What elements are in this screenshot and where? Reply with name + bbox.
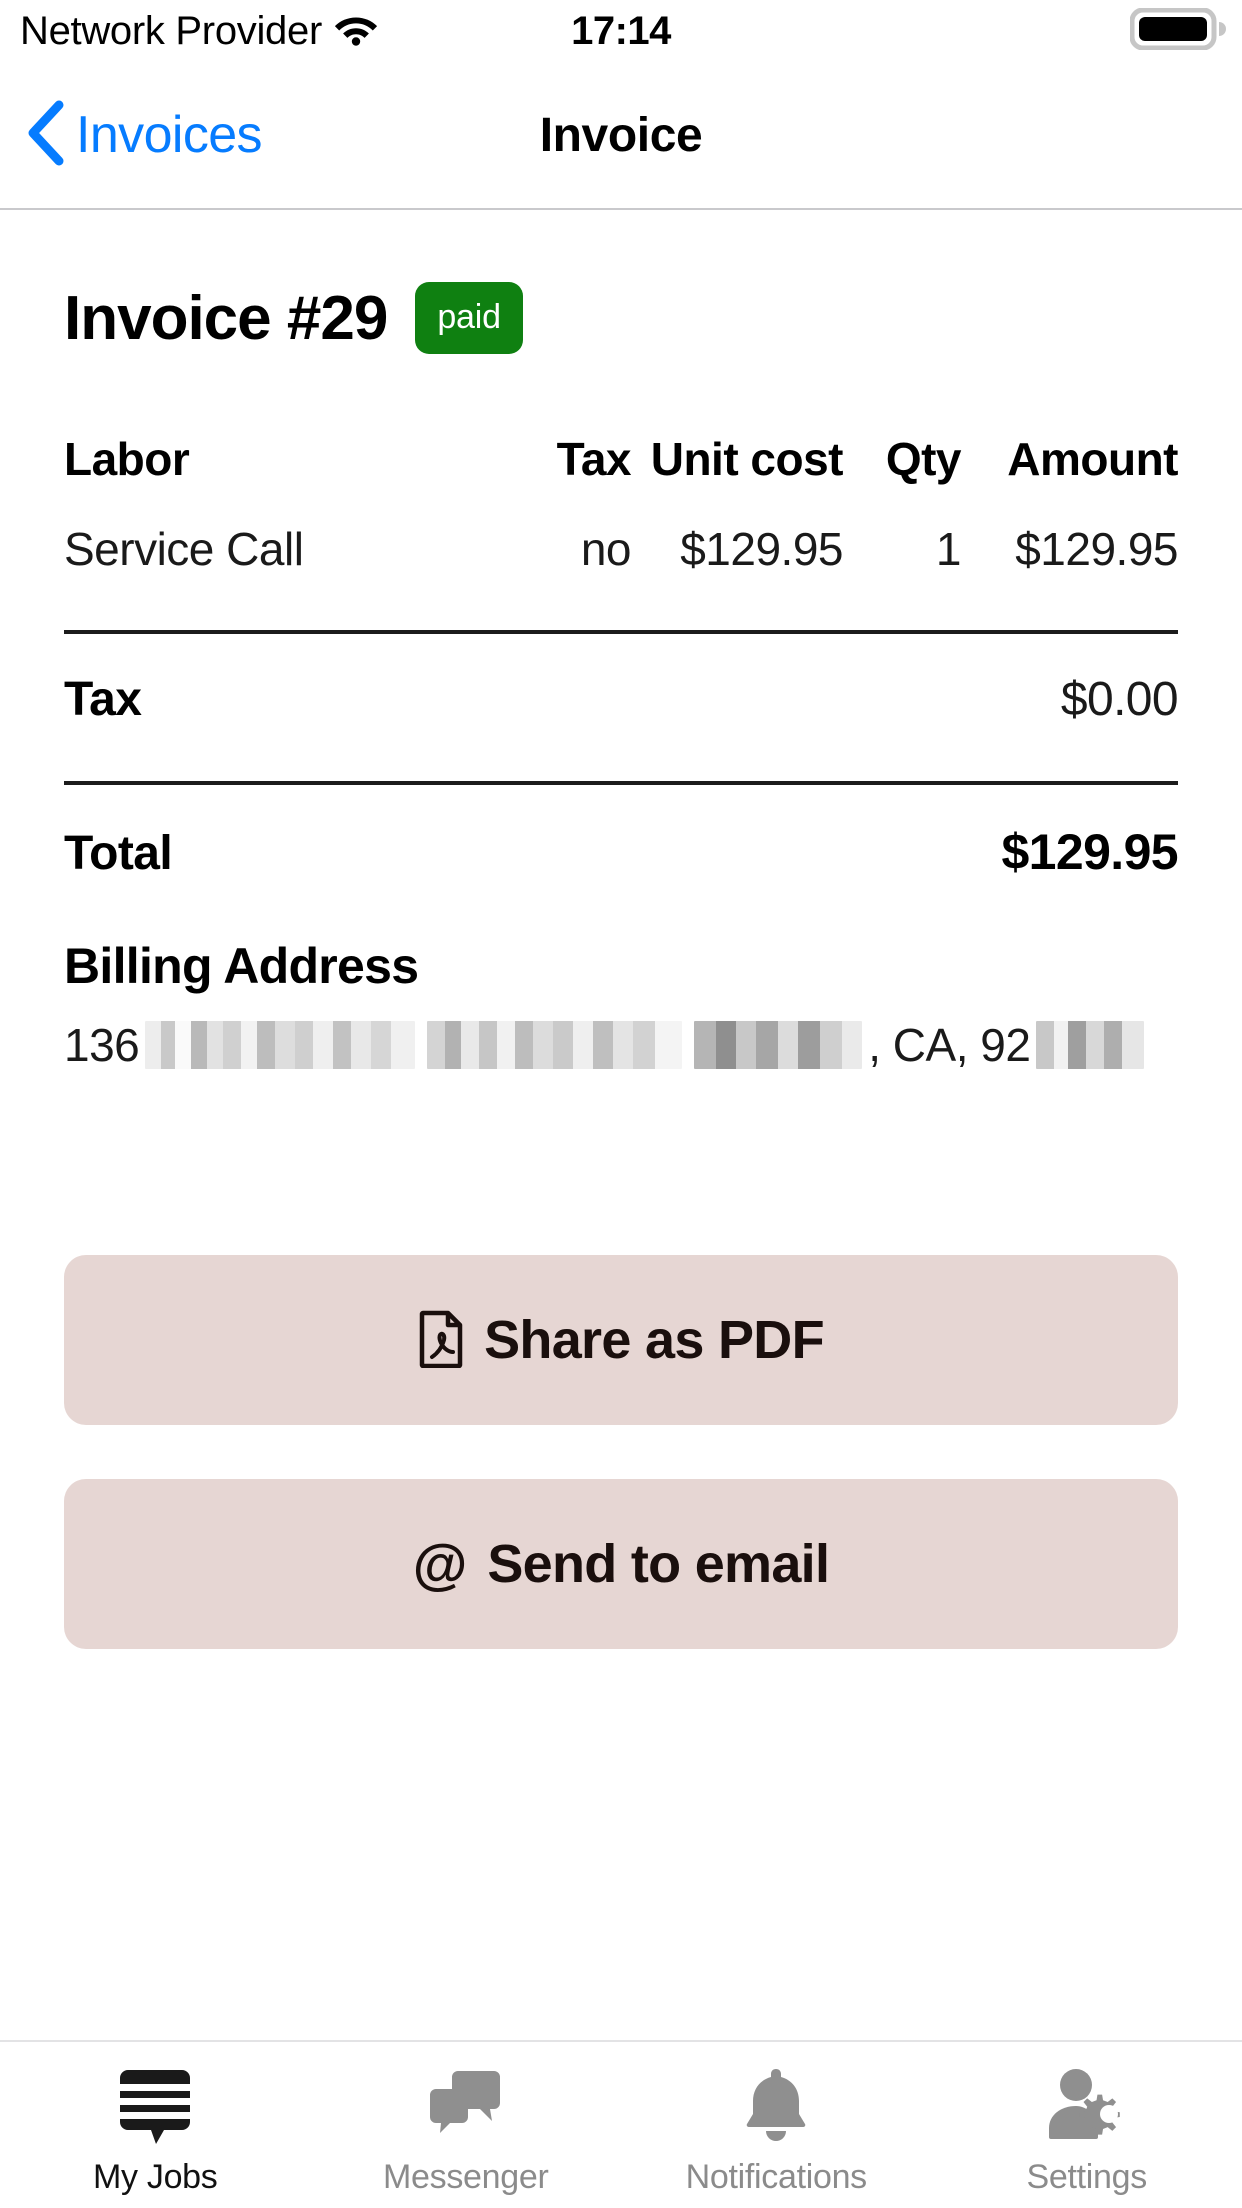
- tab-label-my-jobs: My Jobs: [93, 2158, 218, 2196]
- status-badge: paid: [415, 282, 523, 354]
- redacted-zip-block: [1036, 1021, 1145, 1069]
- header-qty: Qty: [885, 433, 962, 485]
- share-as-pdf-label: Share as PDF: [484, 1310, 824, 1370]
- status-bar-center: 17:14: [0, 0, 1242, 62]
- table-divider-top: [64, 630, 1178, 634]
- address-street-number: 136: [64, 1019, 140, 1071]
- cell-amount: $129.95: [1015, 523, 1178, 575]
- tab-messenger[interactable]: Messenger: [311, 2042, 622, 2208]
- send-to-email-label: Send to email: [487, 1534, 830, 1594]
- status-bar-right: [1129, 0, 1226, 62]
- table-body: Service Call no $129.95 1 $129.95: [64, 522, 1179, 576]
- jobs-list-bubble-icon: [118, 2064, 192, 2146]
- page-title: Invoice: [539, 108, 703, 162]
- invoice-header: Invoice #29 paid: [0, 210, 1242, 354]
- tab-notifications[interactable]: Notifications: [621, 2042, 932, 2208]
- status-bar: Network Provider 17:14: [0, 0, 1242, 62]
- table-divider-bottom: [64, 781, 1178, 785]
- billing-address-section: Billing Address 136 , CA, 92: [64, 937, 1178, 1073]
- share-as-pdf-button[interactable]: Share as PDF: [64, 1255, 1178, 1425]
- pdf-file-icon: [418, 1310, 464, 1371]
- user-gear-icon: [1044, 2064, 1130, 2146]
- cell-unit-cost: $129.95: [680, 523, 843, 575]
- invoice-content: Invoice #29 paid Labor Tax Unit cost Qty…: [0, 210, 1242, 1649]
- table-row: Service Call no $129.95 1 $129.95: [64, 522, 1179, 576]
- bell-icon: [741, 2064, 811, 2146]
- battery-full-icon: [1129, 7, 1226, 55]
- billing-address-heading: Billing Address: [64, 938, 419, 994]
- table-header-row: Labor Tax Unit cost Qty Amount: [64, 432, 1179, 486]
- tab-my-jobs[interactable]: My Jobs: [0, 2042, 311, 2208]
- tab-label-settings: Settings: [1026, 2158, 1148, 2196]
- header-unit-cost: Unit cost: [650, 433, 844, 485]
- total-summary-row: Total $129.95: [64, 823, 1179, 881]
- redacted-city-block: [694, 1021, 863, 1069]
- tab-settings[interactable]: Settings: [932, 2042, 1242, 2208]
- address-state-zip-prefix: , CA, 92: [868, 1019, 1031, 1071]
- app-screen: Network Provider 17:14 Invoices Invoice …: [0, 0, 1242, 2208]
- bottom-tab-bar: My Jobs Messenger Notifications Settings: [0, 2040, 1242, 2208]
- action-buttons: Share as PDF @ Send to email: [64, 1255, 1178, 1649]
- tax-value: $0.00: [1060, 673, 1179, 726]
- invoice-number-title: Invoice #29: [64, 283, 388, 353]
- total-label: Total: [64, 827, 173, 880]
- tax-label: Tax: [64, 673, 142, 726]
- billing-address-value: 136 , CA, 92: [64, 1017, 1178, 1073]
- line-items-table: Labor Tax Unit cost Qty Amount Service C…: [64, 432, 1179, 881]
- tab-label-notifications: Notifications: [685, 2158, 868, 2196]
- cell-qty: 1: [935, 523, 962, 575]
- chat-bubbles-icon: [428, 2064, 504, 2146]
- navigation-bar: Invoices Invoice: [0, 62, 1242, 210]
- total-value: $129.95: [1001, 824, 1178, 880]
- at-sign-icon: @: [412, 1532, 468, 1595]
- header-amount: Amount: [1007, 433, 1178, 485]
- redacted-street2-block: [427, 1021, 683, 1069]
- redacted-street-block: [145, 1021, 416, 1069]
- header-labor: Labor: [64, 433, 190, 485]
- cell-tax: no: [580, 523, 632, 575]
- cell-labor: Service Call: [64, 523, 304, 575]
- tax-summary-row: Tax $0.00: [64, 672, 1179, 727]
- header-tax: Tax: [556, 433, 632, 485]
- nav-title-container: Invoice: [0, 62, 1242, 208]
- clock-label: 17:14: [571, 8, 671, 53]
- send-to-email-button[interactable]: @ Send to email: [64, 1479, 1178, 1649]
- table-header: Labor Tax Unit cost Qty Amount: [64, 432, 1179, 486]
- tab-label-messenger: Messenger: [383, 2158, 549, 2196]
